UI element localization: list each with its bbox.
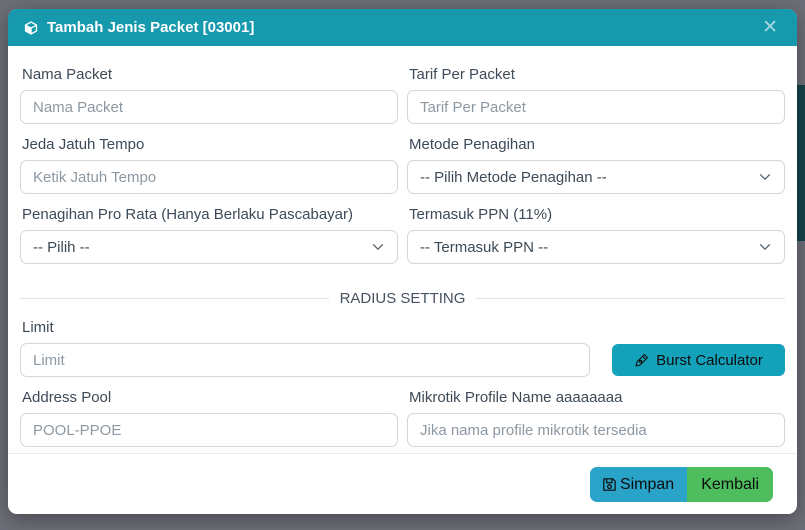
field-termasuk-ppn: Termasuk PPN (11%) -- Termasuk PPN -- bbox=[407, 194, 785, 264]
penagihan-pro-rata-select[interactable]: -- Pilih -- bbox=[20, 230, 398, 264]
background-page-strip bbox=[796, 85, 805, 241]
nama-packet-input[interactable] bbox=[20, 90, 398, 124]
close-icon[interactable]: ✕ bbox=[758, 16, 782, 39]
footer-button-group: Simpan Kembali bbox=[589, 467, 773, 502]
termasuk-ppn-label: Termasuk PPN (11%) bbox=[409, 206, 553, 223]
jeda-jatuh-tempo-input[interactable] bbox=[20, 160, 398, 194]
field-limit: Limit bbox=[20, 307, 590, 377]
kembali-label: Kembali bbox=[701, 475, 759, 493]
termasuk-ppn-selected-value: -- Termasuk PPN -- bbox=[420, 238, 549, 256]
field-mikrotik-profile-name: Mikrotik Profile Name aaaaaaaa bbox=[407, 377, 785, 447]
termasuk-ppn-select[interactable]: -- Termasuk PPN -- bbox=[407, 230, 785, 264]
divider-line bbox=[20, 298, 329, 299]
tambah-jenis-packet-modal: Tambah Jenis Packet [03001] ✕ Nama Packe… bbox=[8, 9, 797, 514]
tarif-per-packet-label: Tarif Per Packet bbox=[409, 66, 515, 83]
nama-packet-label: Nama Packet bbox=[22, 66, 113, 83]
floppy-save-icon bbox=[601, 476, 618, 493]
mikrotik-profile-name-label: Mikrotik Profile Name aaaaaaaa bbox=[409, 389, 623, 406]
pen-nib-icon bbox=[634, 353, 649, 368]
field-tarif-per-packet: Tarif Per Packet bbox=[407, 54, 785, 124]
chevron-down-icon bbox=[371, 240, 385, 254]
modal-footer: Simpan Kembali bbox=[8, 453, 797, 514]
metode-penagihan-select[interactable]: -- Pilih Metode Penagihan -- bbox=[407, 160, 785, 194]
limit-input[interactable] bbox=[20, 343, 590, 377]
radius-setting-title: RADIUS SETTING bbox=[339, 290, 466, 307]
modal-body: Nama Packet Tarif Per Packet Jeda Jatuh … bbox=[8, 46, 797, 453]
chevron-down-icon bbox=[758, 240, 772, 254]
address-pool-label: Address Pool bbox=[22, 389, 112, 406]
burst-calculator-label: Burst Calculator bbox=[656, 351, 763, 369]
penagihan-pro-rata-selected-value: -- Pilih -- bbox=[33, 238, 90, 256]
simpan-label: Simpan bbox=[619, 475, 675, 493]
kembali-button[interactable]: Kembali bbox=[687, 467, 773, 502]
modal-header: Tambah Jenis Packet [03001] ✕ bbox=[8, 9, 797, 46]
burst-calculator-button[interactable]: Burst Calculator bbox=[612, 344, 785, 376]
divider-line bbox=[476, 298, 786, 299]
metode-penagihan-label: Metode Penagihan bbox=[409, 136, 535, 153]
mikrotik-profile-name-input[interactable] bbox=[407, 413, 785, 447]
tarif-per-packet-input[interactable] bbox=[407, 90, 785, 124]
cube-icon bbox=[23, 20, 39, 36]
penagihan-pro-rata-label: Penagihan Pro Rata (Hanya Berlaku Pascab… bbox=[22, 206, 354, 223]
field-jeda-jatuh-tempo: Jeda Jatuh Tempo bbox=[20, 124, 398, 194]
field-address-pool: Address Pool bbox=[20, 377, 398, 447]
address-pool-input[interactable] bbox=[20, 413, 398, 447]
metode-penagihan-selected-value: -- Pilih Metode Penagihan -- bbox=[420, 168, 607, 186]
radius-setting-divider: RADIUS SETTING bbox=[20, 290, 786, 307]
field-nama-packet: Nama Packet bbox=[20, 54, 398, 124]
field-metode-penagihan: Metode Penagihan -- Pilih Metode Penagih… bbox=[407, 124, 785, 194]
simpan-button[interactable]: Simpan bbox=[589, 467, 688, 502]
field-penagihan-pro-rata: Penagihan Pro Rata (Hanya Berlaku Pascab… bbox=[20, 194, 398, 264]
chevron-down-icon bbox=[758, 170, 772, 184]
jeda-jatuh-tempo-label: Jeda Jatuh Tempo bbox=[22, 136, 145, 153]
limit-label: Limit bbox=[22, 319, 54, 336]
modal-title: Tambah Jenis Packet [03001] bbox=[47, 19, 255, 36]
